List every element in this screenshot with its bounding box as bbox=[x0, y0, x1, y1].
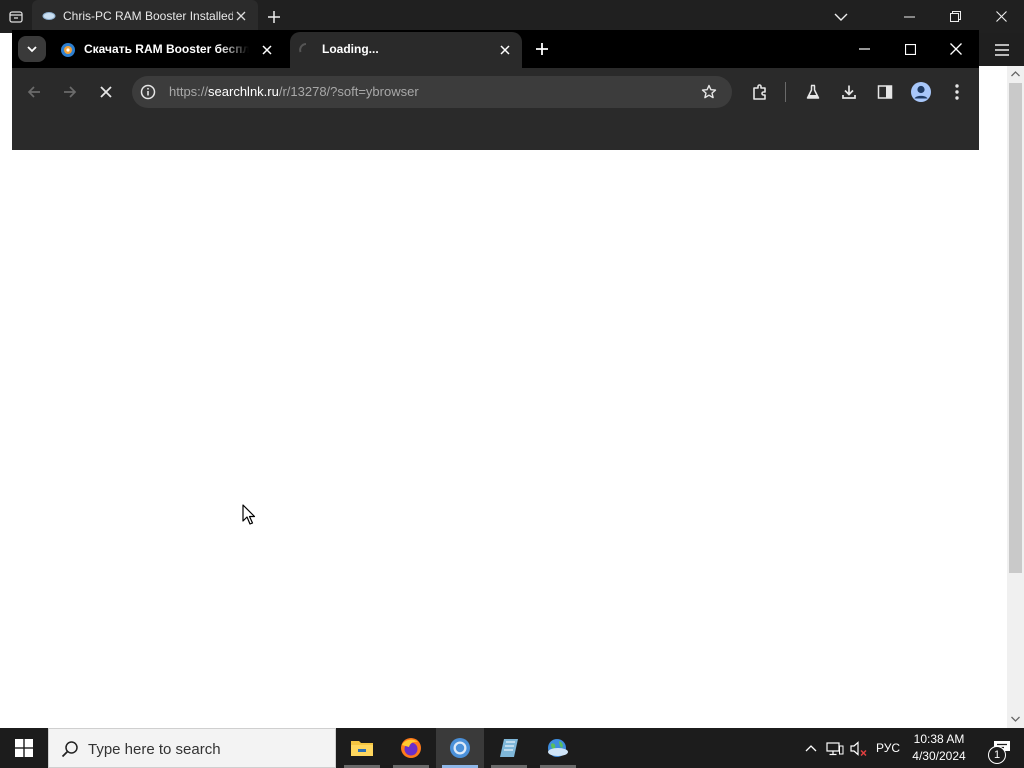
outer-hamburger-icon[interactable] bbox=[979, 33, 1024, 66]
outer-restore-icon[interactable] bbox=[932, 0, 978, 33]
network-icon[interactable] bbox=[824, 728, 846, 768]
language-indicator[interactable]: РУС bbox=[873, 728, 903, 768]
taskbar-chrome-icon[interactable] bbox=[436, 728, 484, 768]
site-favicon-icon bbox=[60, 42, 76, 58]
windows-start-icon[interactable] bbox=[0, 728, 48, 768]
bookmark-star-icon[interactable] bbox=[697, 80, 721, 104]
tab-actions-icon[interactable] bbox=[6, 7, 26, 27]
chrome-tab-title: Скачать RAM Booster бесплатно bbox=[84, 42, 249, 56]
labs-flask-icon[interactable] bbox=[801, 80, 825, 104]
taskbar-clock[interactable]: 10:38 AM 4/30/2024 bbox=[906, 731, 972, 765]
chrome-tab-title: Loading... bbox=[322, 42, 379, 56]
search-icon bbox=[61, 740, 79, 758]
scroll-down-arrow-icon[interactable] bbox=[1009, 713, 1022, 725]
outer-new-tab-plus-icon[interactable] bbox=[264, 7, 284, 27]
outer-tab-list-chevron-down-icon[interactable] bbox=[818, 0, 864, 33]
outer-tab-close-icon[interactable] bbox=[233, 8, 249, 24]
download-icon[interactable] bbox=[837, 80, 861, 104]
stop-icon[interactable] bbox=[94, 80, 118, 104]
chrome-tab-loading[interactable]: Loading... bbox=[290, 32, 522, 68]
url-path: /r/13278/?soft=ybrowser bbox=[278, 84, 419, 99]
outer-tab-title: Chris-PC RAM Booster Installed bbox=[63, 9, 233, 23]
volume-muted-icon[interactable] bbox=[848, 728, 870, 768]
taskbar-browser-globe-icon[interactable] bbox=[534, 728, 582, 768]
outer-tab[interactable]: Chris-PC RAM Booster Installed bbox=[32, 0, 258, 33]
clock-date: 4/30/2024 bbox=[912, 749, 966, 763]
taskbar-notepad-icon[interactable] bbox=[485, 728, 533, 768]
url-scheme: https:// bbox=[169, 84, 209, 99]
mouse-cursor-icon bbox=[242, 504, 256, 526]
extensions-icon[interactable] bbox=[748, 80, 772, 104]
chrome-new-tab-plus-icon[interactable] bbox=[532, 39, 552, 59]
profile-avatar-icon[interactable] bbox=[909, 80, 933, 104]
more-menu-icon[interactable] bbox=[945, 80, 969, 104]
toolbar-separator bbox=[785, 82, 786, 102]
taskbar-file-explorer-icon[interactable] bbox=[338, 728, 386, 768]
clock-time: 10:38 AM bbox=[913, 732, 965, 746]
outer-left-edge bbox=[0, 33, 12, 728]
forward-icon[interactable] bbox=[58, 80, 82, 104]
chrome-tab-close-icon[interactable] bbox=[496, 41, 514, 59]
ram-booster-favicon bbox=[42, 11, 56, 21]
outer-minimize-icon[interactable] bbox=[886, 0, 932, 33]
outer-content-gap bbox=[979, 66, 1007, 728]
chrome-tab-close-icon[interactable] bbox=[258, 41, 276, 59]
address-url[interactable]: https://searchlnk.ru/r/13278/?soft=ybrow… bbox=[169, 84, 419, 100]
tab-search-chevron-down-icon[interactable] bbox=[18, 36, 46, 62]
url-host: searchlnk.ru bbox=[208, 84, 279, 99]
chrome-tab-ram-booster[interactable]: Скачать RAM Booster бесплатно bbox=[52, 32, 284, 68]
search-placeholder: Type here to search bbox=[88, 741, 221, 758]
chrome-minimize-icon[interactable] bbox=[841, 32, 887, 66]
loading-spinner-icon bbox=[298, 42, 314, 58]
taskbar-search-box[interactable]: Type here to search bbox=[48, 728, 336, 768]
site-info-icon[interactable] bbox=[139, 83, 157, 101]
side-panel-icon[interactable] bbox=[873, 80, 897, 104]
bookmarks-bar bbox=[12, 116, 979, 150]
show-hidden-icons-chevron-up-icon[interactable] bbox=[801, 728, 821, 768]
scrollbar-thumb[interactable] bbox=[1009, 83, 1022, 573]
page-content-area[interactable] bbox=[12, 150, 979, 728]
chrome-close-icon[interactable] bbox=[933, 32, 979, 66]
chrome-maximize-icon[interactable] bbox=[887, 32, 933, 66]
scroll-up-arrow-icon[interactable] bbox=[1009, 68, 1022, 80]
back-icon[interactable] bbox=[22, 80, 46, 104]
taskbar-firefox-icon[interactable] bbox=[387, 728, 435, 768]
outer-close-icon[interactable] bbox=[978, 0, 1024, 33]
notification-count-badge: 1 bbox=[988, 746, 1006, 764]
